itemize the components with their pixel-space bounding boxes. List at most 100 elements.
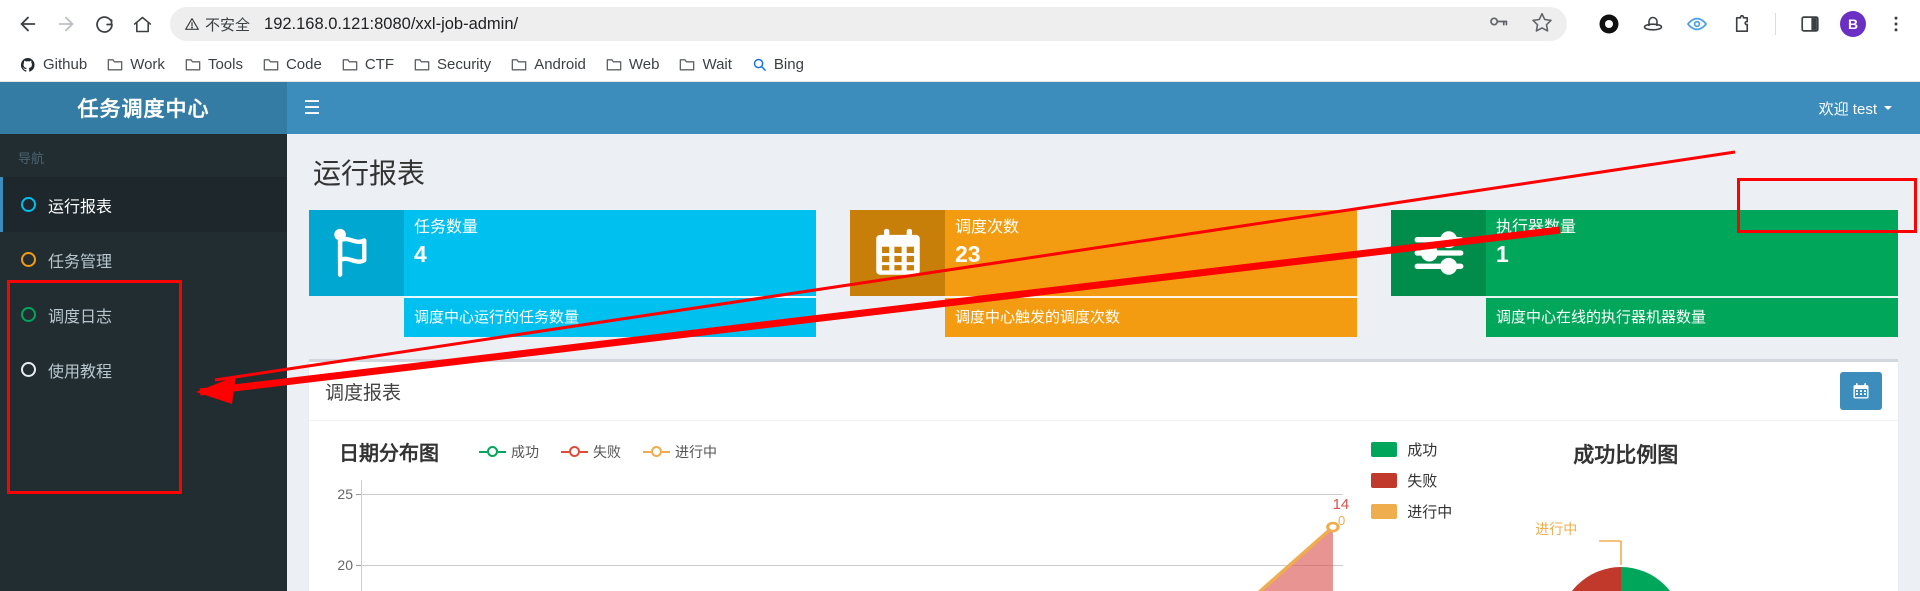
sidebar-item-label: 使用教程: [48, 363, 113, 381]
line-chart-title: 日期分布图: [339, 443, 439, 465]
line-chart-series: [1257, 521, 1340, 591]
sidebar-item-2[interactable]: 任务管理: [0, 232, 287, 287]
hat-icon[interactable]: [1639, 10, 1667, 38]
legend-item-3[interactable]: 进行中: [643, 442, 717, 462]
eye-icon[interactable]: [1683, 10, 1711, 38]
sidebar-item-label: 任务管理: [48, 253, 113, 271]
welcome-label: 欢迎 test: [1818, 100, 1877, 118]
security-label: 不安全: [205, 16, 251, 34]
extensions-icon[interactable]: [1727, 10, 1755, 38]
circle-icon: [21, 362, 36, 377]
user-menu[interactable]: 欢迎 test: [1801, 82, 1920, 134]
chevron-down-icon: [1884, 106, 1892, 110]
profile-avatar[interactable]: B: [1840, 11, 1866, 37]
legend-item-2[interactable]: 失败: [561, 442, 621, 462]
calendar-icon: [850, 210, 945, 296]
data-label-14: 14: [1332, 496, 1350, 513]
legend-label: 进行中: [675, 443, 717, 460]
bookmark-label: Github: [43, 56, 88, 73]
circle-icon: [21, 252, 36, 267]
bookmark-web[interactable]: Web: [598, 52, 668, 77]
reload-icon[interactable]: [86, 6, 122, 42]
bookmark-label: Wait: [702, 56, 732, 73]
folder-icon: [263, 57, 279, 72]
sidebar-item-label: 运行报表: [48, 198, 113, 216]
stat-footer: 调度中心在线的执行器机器数量: [1486, 296, 1898, 337]
schedule-report-panel: 调度报表 日期分布图 成功 失败 进行中 25 20 14 0 成功 失败 进行…: [309, 359, 1898, 591]
panel-body: 日期分布图 成功 失败 进行中 25 20 14 0 成功 失败 进行中 成功比…: [309, 421, 1898, 591]
home-icon[interactable]: [124, 6, 160, 42]
panel-title: 调度报表: [325, 382, 402, 404]
legend-item-1[interactable]: 成功: [479, 442, 539, 462]
app-header: 任务调度中心 ☰ 欢迎 test: [0, 82, 1920, 134]
bookmark-label: Android: [534, 56, 586, 73]
line-chart-plot-area: 25 20 14 0: [323, 480, 1353, 591]
pie-legend-swatch: [1371, 504, 1398, 519]
ring-icon[interactable]: [1595, 10, 1623, 38]
folder-icon: [185, 57, 201, 72]
legend-marker-icon: [479, 446, 506, 457]
sidebar: 导航 运行报表任务管理调度日志使用教程: [0, 134, 287, 591]
bookmark-security[interactable]: Security: [406, 52, 499, 77]
bookmark-label: Bing: [773, 56, 804, 73]
back-arrow-icon[interactable]: [10, 6, 46, 42]
pie-chart-svg: [1572, 540, 1671, 591]
pie-legend-item-1[interactable]: 成功: [1371, 439, 1452, 460]
pie-legend-item-3[interactable]: 进行中: [1371, 501, 1452, 522]
legend-label: 成功: [511, 443, 539, 460]
app-brand-title: 任务调度中心: [0, 82, 287, 134]
bookmark-code[interactable]: Code: [255, 52, 330, 77]
application-window: 任务调度中心 ☰ 欢迎 test 导航 运行报表任务管理调度日志使用教程 运行报…: [0, 82, 1920, 591]
legend-marker-icon: [561, 446, 588, 457]
stat-label: 执行器数量: [1496, 219, 1577, 236]
stat-label: 任务数量: [414, 219, 479, 236]
toolbar-divider: [1775, 13, 1776, 35]
sidebar-nav-header: 导航: [18, 151, 45, 166]
folder-icon: [679, 57, 695, 72]
pie-legend-swatch: [1371, 473, 1398, 488]
stat-footer: 调度中心运行的任务数量: [404, 296, 816, 337]
github-icon: [20, 57, 36, 73]
forward-arrow-icon[interactable]: [48, 6, 84, 42]
bookmark-ctf[interactable]: CTF: [334, 52, 402, 77]
page-title: 运行报表: [313, 158, 426, 189]
browser-toolbar: 不安全 192.168.0.121:8080/xxl-job-admin/ B: [0, 0, 1920, 48]
pie-legend-swatch: [1371, 442, 1398, 457]
main-content: 运行报表 任务数量 4 调度中心运行的任务数量 调度次数 23 调度中心触发的调度次数 执行…: [287, 134, 1920, 591]
star-icon[interactable]: [1531, 11, 1553, 38]
bookmark-label: Work: [130, 56, 165, 73]
date-picker-button[interactable]: [1840, 372, 1882, 410]
bookmark-label: Code: [285, 56, 322, 73]
folder-icon: [511, 57, 527, 72]
bookmark-wait[interactable]: Wait: [671, 52, 739, 77]
url-text: 192.168.0.121:8080/xxl-job-admin/: [264, 14, 519, 33]
folder-icon: [342, 57, 358, 72]
success-ratio-chart: 成功失败进行中 成功比例图 进行中 CSDN @Tr0e: [1353, 431, 1884, 591]
sidebar-item-3[interactable]: 调度日志: [0, 287, 287, 342]
folder-icon: [107, 57, 123, 72]
date-distribution-chart: 日期分布图 成功 失败 进行中 25 20 14 0: [323, 431, 1353, 591]
security-warning-chip[interactable]: 不安全: [184, 14, 250, 35]
folder-icon: [606, 57, 622, 72]
bookmark-tools[interactable]: Tools: [177, 52, 251, 77]
sliders-icon: [1391, 210, 1486, 296]
bookmark-label: CTF: [364, 56, 394, 73]
bookmark-github[interactable]: Github: [12, 52, 95, 77]
pie-legend-item-2[interactable]: 失败: [1371, 470, 1452, 491]
bookmark-bing[interactable]: Bing: [744, 52, 812, 77]
key-icon[interactable]: [1488, 11, 1509, 37]
pie-chart-legend: 成功 失败 进行中: [1371, 439, 1452, 532]
sidebar-item-4[interactable]: 使用教程: [0, 342, 287, 397]
address-bar[interactable]: 不安全 192.168.0.121:8080/xxl-job-admin/: [170, 7, 1567, 41]
sidebar-item-1[interactable]: 运行报表: [0, 177, 287, 232]
browser-menu-icon[interactable]: [1882, 10, 1910, 38]
stat-footer: 调度中心触发的调度次数: [945, 296, 1357, 337]
stat-value: 1: [1496, 241, 1509, 268]
stat-label: 调度次数: [955, 219, 1020, 236]
bookmark-android[interactable]: Android: [503, 52, 594, 77]
side-panel-icon[interactable]: [1796, 10, 1824, 38]
sidebar-toggle-button[interactable]: ☰: [287, 82, 337, 134]
stat-value: 23: [955, 241, 981, 268]
bookmark-work[interactable]: Work: [99, 52, 173, 77]
plot-inner: 25 20 14 0: [337, 480, 1349, 591]
